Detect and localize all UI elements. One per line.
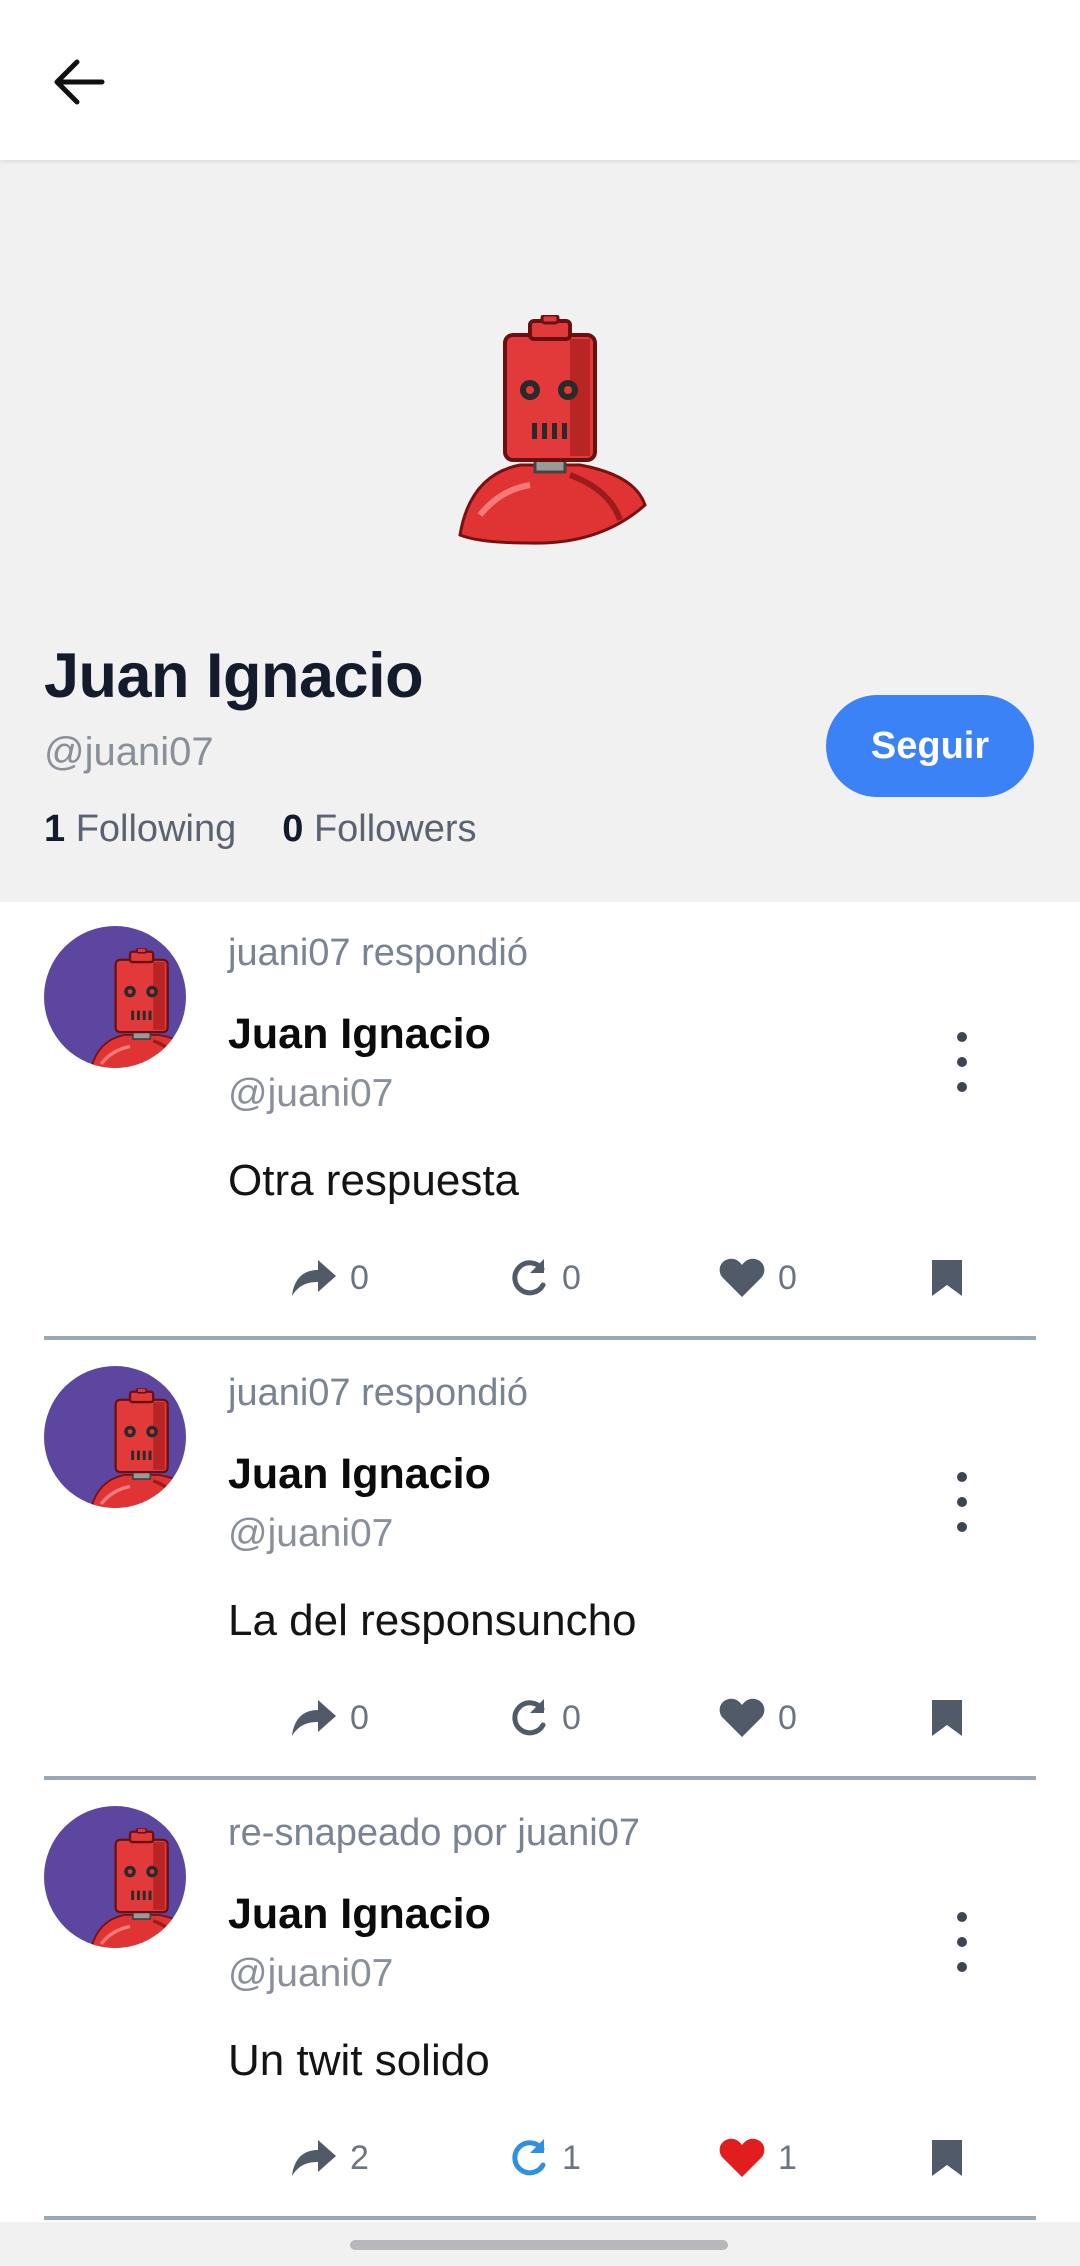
like-button[interactable]: 0 xyxy=(718,1688,797,1748)
heart-icon xyxy=(719,2138,765,2177)
resnap-icon xyxy=(512,1259,546,1296)
post-author-handle: @juani07 xyxy=(228,1952,394,1995)
post-card[interactable]: juani07 respondió Juan Ignacio @juani07 … xyxy=(0,902,1080,1342)
profile-avatar xyxy=(450,315,650,545)
resnap-button[interactable]: 0 xyxy=(508,1688,581,1748)
post-author-handle: @juani07 xyxy=(228,1072,394,1115)
heart-icon xyxy=(719,1698,765,1737)
followers-stat[interactable]: 0 Followers xyxy=(282,808,476,850)
post-divider xyxy=(44,2216,1036,2220)
resnap-count: 1 xyxy=(562,2138,581,2177)
post-text: Un twit solido xyxy=(228,2036,490,2085)
bookmark-button[interactable] xyxy=(930,2128,964,2188)
resnap-button[interactable]: 0 xyxy=(508,1248,581,1308)
resnap-count: 0 xyxy=(562,1698,581,1737)
like-count: 0 xyxy=(778,1258,797,1297)
reply-count: 0 xyxy=(350,1698,369,1737)
profile-header: Juan Ignacio @juani07 1 Following 0 Follo… xyxy=(0,160,1080,902)
profile-name: Juan Ignacio xyxy=(44,641,424,711)
red-robot-avatar-icon xyxy=(44,926,186,1068)
followers-label: Followers xyxy=(313,808,477,850)
more-options-button[interactable] xyxy=(940,1472,984,1532)
more-options-button[interactable] xyxy=(940,1912,984,1972)
followers-count: 0 xyxy=(282,808,304,850)
reply-share-icon xyxy=(292,1260,336,1296)
post-card[interactable]: re-snapeado por juani07 Juan Ignacio @ju… xyxy=(0,1782,1080,2222)
resnap-icon xyxy=(512,1699,546,1736)
back-button[interactable] xyxy=(44,50,114,114)
bookmark-icon xyxy=(932,1260,962,1296)
bookmark-button[interactable] xyxy=(930,1248,964,1308)
post-avatar[interactable] xyxy=(44,1366,186,1508)
resnap-button[interactable]: 1 xyxy=(508,2128,581,2188)
reply-share-icon xyxy=(292,2140,336,2176)
post-actions: 2 1 1 xyxy=(290,2128,980,2188)
post-text: Otra respuesta xyxy=(228,1156,520,1205)
more-options-button[interactable] xyxy=(940,1032,984,1092)
bookmark-button[interactable] xyxy=(930,1688,964,1748)
reply-button[interactable]: 0 xyxy=(290,1248,369,1308)
reply-share-icon xyxy=(292,1700,336,1736)
like-count: 0 xyxy=(778,1698,797,1737)
like-button[interactable]: 0 xyxy=(718,1248,797,1308)
post-author-name[interactable]: Juan Ignacio xyxy=(228,1010,491,1059)
post-actions: 0 0 0 xyxy=(290,1688,980,1748)
heart-icon xyxy=(719,1258,765,1297)
profile-handle: @juani07 xyxy=(44,730,214,774)
follow-stats: 1 Following 0 Followers xyxy=(44,808,477,851)
post-text: La del responsuncho xyxy=(228,1596,637,1645)
reply-button[interactable]: 0 xyxy=(290,1688,369,1748)
post-divider xyxy=(44,1776,1036,1780)
red-robot-avatar-icon xyxy=(44,1366,186,1508)
like-button[interactable]: 1 xyxy=(718,2128,797,2188)
bookmark-icon xyxy=(932,1700,962,1736)
following-stat[interactable]: 1 Following xyxy=(44,808,236,850)
post-context-label: re-snapeado por juani07 xyxy=(228,1812,640,1854)
post-author-handle: @juani07 xyxy=(228,1512,394,1555)
arrow-left-icon xyxy=(54,59,105,105)
post-author-name[interactable]: Juan Ignacio xyxy=(228,1450,491,1499)
following-label: Following xyxy=(75,808,237,850)
post-avatar[interactable] xyxy=(44,926,186,1068)
post-actions: 0 0 0 xyxy=(290,1248,980,1308)
post-context-label: juani07 respondió xyxy=(228,1372,529,1414)
post-context-label: juani07 respondió xyxy=(228,932,529,974)
home-indicator[interactable] xyxy=(350,2240,728,2250)
reply-button[interactable]: 2 xyxy=(290,2128,369,2188)
reply-count: 2 xyxy=(350,2138,369,2177)
post-divider xyxy=(44,1336,1036,1340)
red-robot-avatar-icon xyxy=(44,1806,186,1948)
follow-button[interactable]: Seguir xyxy=(826,695,1034,797)
bookmark-icon xyxy=(932,2140,962,2176)
reply-count: 0 xyxy=(350,1258,369,1297)
post-author-name[interactable]: Juan Ignacio xyxy=(228,1890,491,1939)
following-count: 1 xyxy=(44,808,66,850)
post-avatar[interactable] xyxy=(44,1806,186,1948)
resnap-count: 0 xyxy=(562,1258,581,1297)
post-card[interactable]: juani07 respondió Juan Ignacio @juani07 … xyxy=(0,1342,1080,1782)
top-app-bar xyxy=(0,0,1080,160)
like-count: 1 xyxy=(778,2138,797,2177)
resnap-icon xyxy=(512,2139,546,2176)
